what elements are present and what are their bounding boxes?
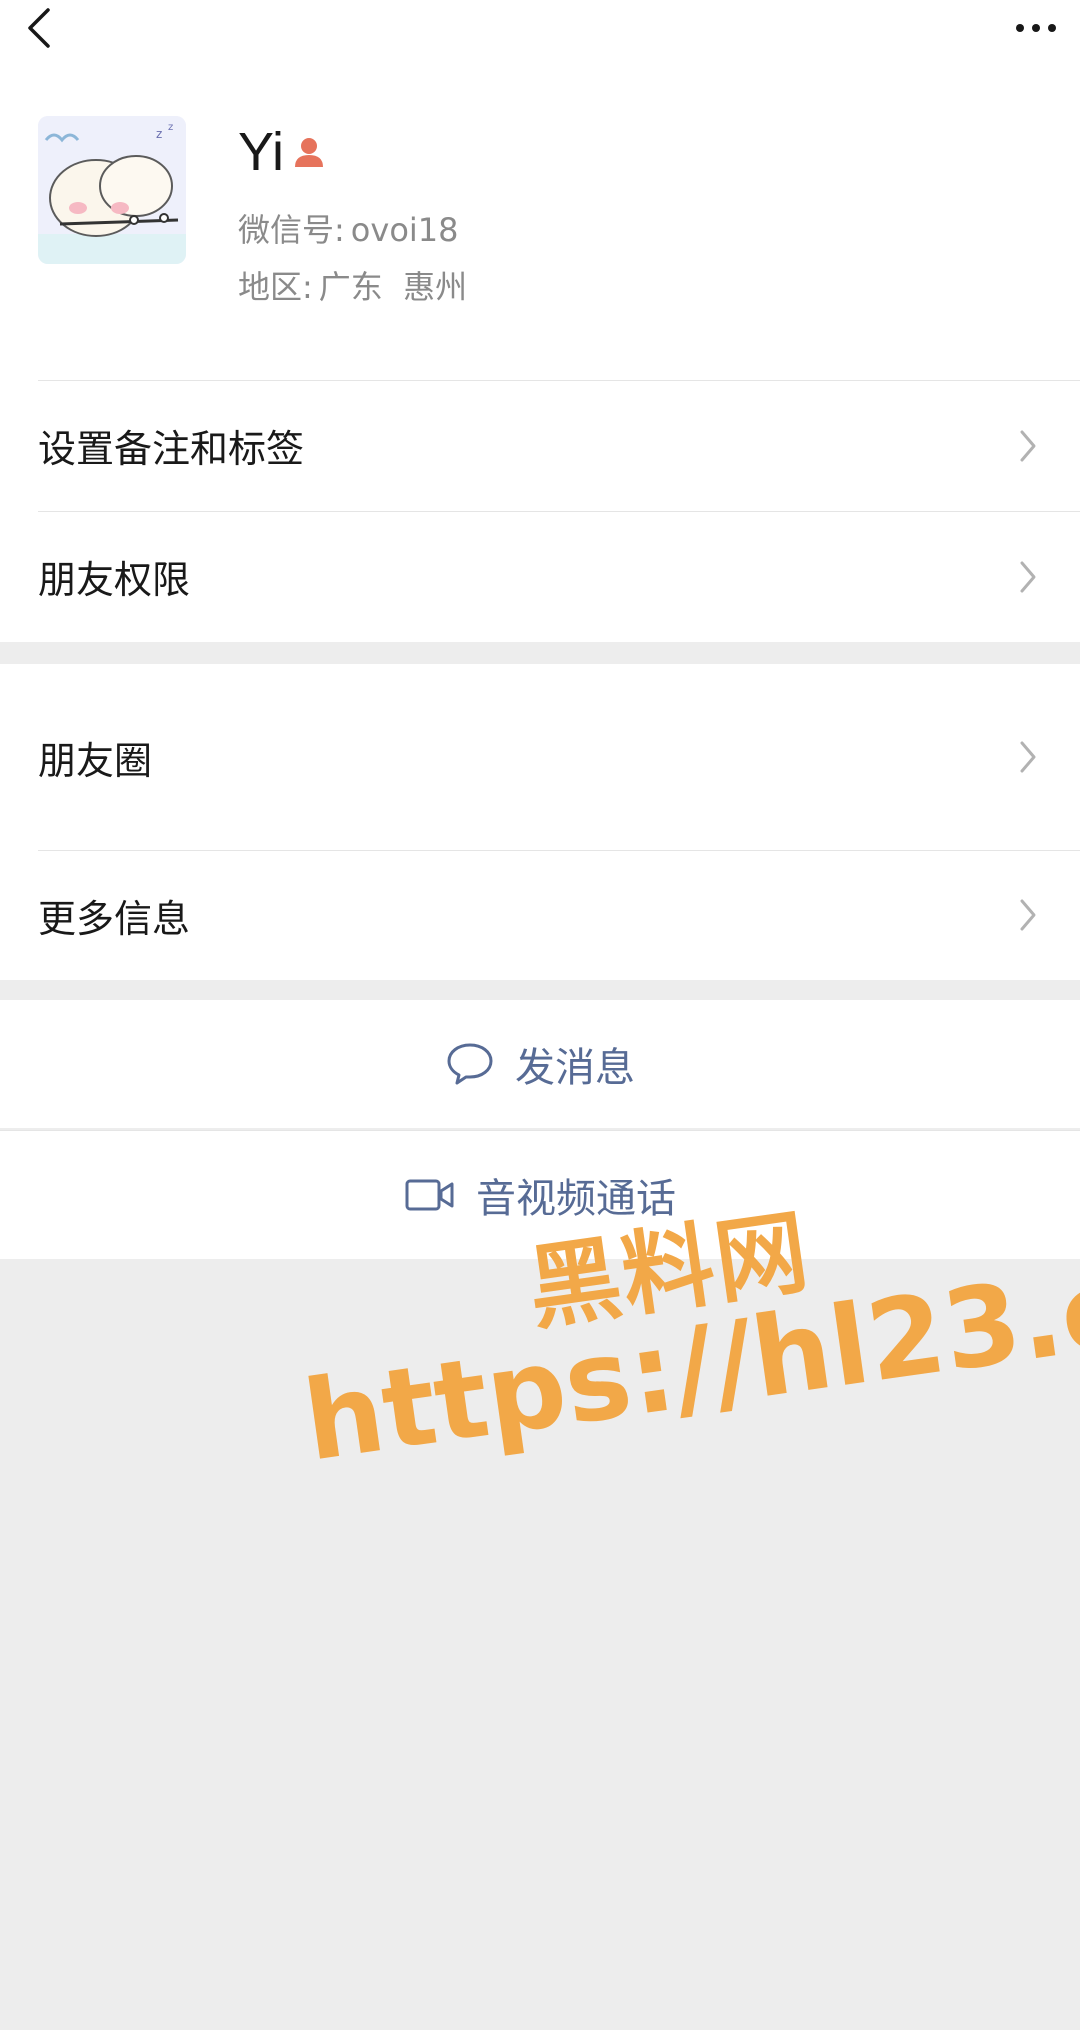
video-camera-icon [405, 1179, 454, 1211]
moments-label: 朋友圈 [38, 738, 153, 783]
region-value: 广东 惠州 [318, 268, 468, 306]
more-info-label: 更多信息 [38, 896, 191, 941]
chevron-right-icon [1014, 426, 1042, 466]
chevron-left-icon [28, 8, 50, 48]
friend-permissions-label: 朋友权限 [38, 558, 191, 602]
name-row: Yi [238, 122, 326, 182]
settings-group: 设置备注和标签 朋友权限 [0, 380, 1080, 642]
more-dots-icon [1016, 24, 1056, 32]
region-line: 地区: 广东 惠州 [238, 262, 467, 308]
back-button[interactable] [24, 0, 84, 56]
female-icon [292, 135, 326, 169]
svg-text:z: z [168, 122, 173, 133]
send-message-label: 发消息 [515, 1045, 635, 1091]
wxid-line: 微信号: ovoi18 [238, 205, 459, 251]
top-bar [0, 0, 1080, 70]
friend-permissions-cell[interactable]: 朋友权限 [0, 511, 1080, 642]
profile-header: z z Yi 微信号: ovoi18 地区: 广东 惠州 [0, 70, 1080, 380]
moments-cell[interactable]: 朋友圈 [0, 664, 1080, 850]
chevron-right-icon [1014, 737, 1042, 777]
wxid-label: 微信号: [238, 211, 345, 249]
avatar[interactable]: z z [38, 116, 186, 264]
more-button[interactable] [976, 0, 1056, 56]
svg-text:z: z [156, 127, 162, 141]
chat-bubble-icon [447, 1043, 493, 1085]
chevron-right-icon [1014, 557, 1042, 597]
remark-tags-cell[interactable]: 设置备注和标签 [0, 380, 1080, 511]
wxid-value: ovoi18 [350, 211, 459, 249]
info-group: 朋友圈 更多信息 [0, 664, 1080, 980]
contact-profile-page: z z Yi 微信号: ovoi18 地区: 广东 惠州 设置备注和标签 朋友权… [0, 0, 1080, 2030]
send-message-button[interactable]: 发消息 [0, 1000, 1080, 1128]
region-label: 地区: [238, 268, 313, 306]
contact-name: Yi [238, 122, 285, 182]
more-info-cell[interactable]: 更多信息 [0, 850, 1080, 980]
remark-tags-label: 设置备注和标签 [38, 427, 305, 471]
chevron-right-icon [1014, 895, 1042, 935]
